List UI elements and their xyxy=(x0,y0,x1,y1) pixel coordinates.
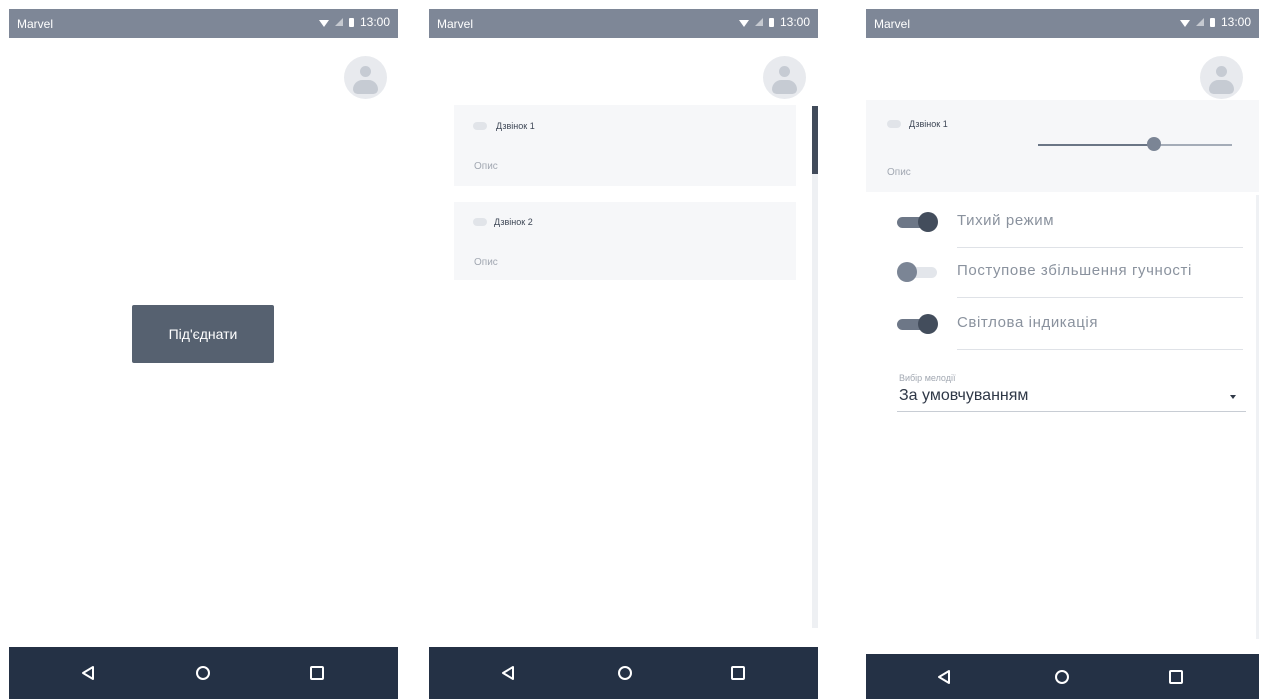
setting-silent-mode: Тихий режим xyxy=(897,212,1243,248)
volume-fade-label: Поступове збільшення гучності xyxy=(957,262,1192,279)
status-bar: Marvel 13:00 xyxy=(429,9,818,38)
volume-slider-fill xyxy=(1038,144,1155,146)
home-icon[interactable] xyxy=(191,665,215,681)
silent-mode-toggle[interactable] xyxy=(897,212,938,232)
recents-icon[interactable] xyxy=(726,665,750,681)
bell-name: Дзвінок 1 xyxy=(496,121,535,131)
bell-description: Опис xyxy=(474,161,498,172)
bell-status-icon xyxy=(473,122,487,130)
signal-icon xyxy=(1195,18,1204,26)
bell-card[interactable]: Дзвінок 1 Опис xyxy=(454,105,796,186)
screen-bell-list: Marvel 13:00 Дзвінок 1 Опис Дзвінок 2 Оп… xyxy=(429,9,818,699)
scrollbar-thumb[interactable] xyxy=(812,106,818,174)
status-bar: Marvel 13:00 xyxy=(866,9,1259,38)
carrier-name: Marvel xyxy=(17,17,54,31)
home-icon[interactable] xyxy=(613,665,637,681)
status-time: 13:00 xyxy=(779,15,810,29)
volume-fade-toggle[interactable] xyxy=(897,262,937,282)
light-indication-label: Світлова індикація xyxy=(957,314,1099,331)
signal-icon xyxy=(334,18,343,26)
setting-light-indication: Світлова індикація xyxy=(897,314,1243,350)
signal-icon xyxy=(754,18,763,26)
bell-card[interactable]: Дзвінок 2 Опис xyxy=(454,202,796,280)
recents-icon[interactable] xyxy=(1164,669,1188,685)
melody-select[interactable]: За умовчуванням xyxy=(897,385,1246,412)
connect-button[interactable]: Під'єднати xyxy=(132,305,274,363)
wifi-icon xyxy=(738,19,749,27)
bell-status-icon xyxy=(473,218,487,226)
volume-slider[interactable] xyxy=(1038,137,1232,151)
light-indication-toggle[interactable] xyxy=(897,314,938,334)
dropdown-caret-icon xyxy=(1230,395,1236,399)
status-time: 13:00 xyxy=(1220,15,1251,29)
user-avatar-icon[interactable] xyxy=(344,56,387,99)
bell-description: Опис xyxy=(474,257,498,268)
recents-icon[interactable] xyxy=(305,665,329,681)
user-avatar-icon[interactable] xyxy=(763,56,806,99)
wifi-icon xyxy=(318,19,329,27)
wifi-icon xyxy=(1179,19,1190,27)
carrier-name: Marvel xyxy=(874,17,911,31)
silent-mode-label: Тихий режим xyxy=(957,212,1055,229)
screen-bell-settings: Marvel 13:00 Дзвінок 1 Опис Тихий режим xyxy=(866,9,1259,699)
navigation-bar xyxy=(866,654,1259,699)
battery-icon xyxy=(768,17,774,27)
status-time: 13:00 xyxy=(359,15,390,29)
navigation-bar xyxy=(9,647,398,699)
battery-icon xyxy=(348,17,354,27)
battery-icon xyxy=(1209,17,1215,27)
navigation-bar xyxy=(429,647,818,699)
bell-name: Дзвінок 2 xyxy=(494,217,533,227)
settings-panel: Тихий режим Поступове збільшення гучност… xyxy=(866,195,1259,639)
home-icon[interactable] xyxy=(1050,669,1074,685)
user-avatar-icon[interactable] xyxy=(1200,56,1243,99)
melody-value: За умовчуванням xyxy=(899,387,1029,404)
scrollbar-track[interactable] xyxy=(812,106,818,628)
melody-label: Вибір мелодії xyxy=(899,373,956,383)
status-bar: Marvel 13:00 xyxy=(9,9,398,38)
back-icon[interactable] xyxy=(496,665,520,681)
screen-connect: Marvel 13:00 Під'єднати xyxy=(9,9,398,699)
back-icon[interactable] xyxy=(932,669,956,685)
back-icon[interactable] xyxy=(76,665,100,681)
bell-card-expanded[interactable]: Дзвінок 1 Опис xyxy=(866,100,1259,192)
setting-volume-fade: Поступове збільшення гучності xyxy=(897,262,1243,298)
bell-name: Дзвінок 1 xyxy=(909,119,948,129)
carrier-name: Marvel xyxy=(437,17,474,31)
bell-description: Опис xyxy=(887,167,911,178)
bell-status-icon xyxy=(887,120,901,128)
